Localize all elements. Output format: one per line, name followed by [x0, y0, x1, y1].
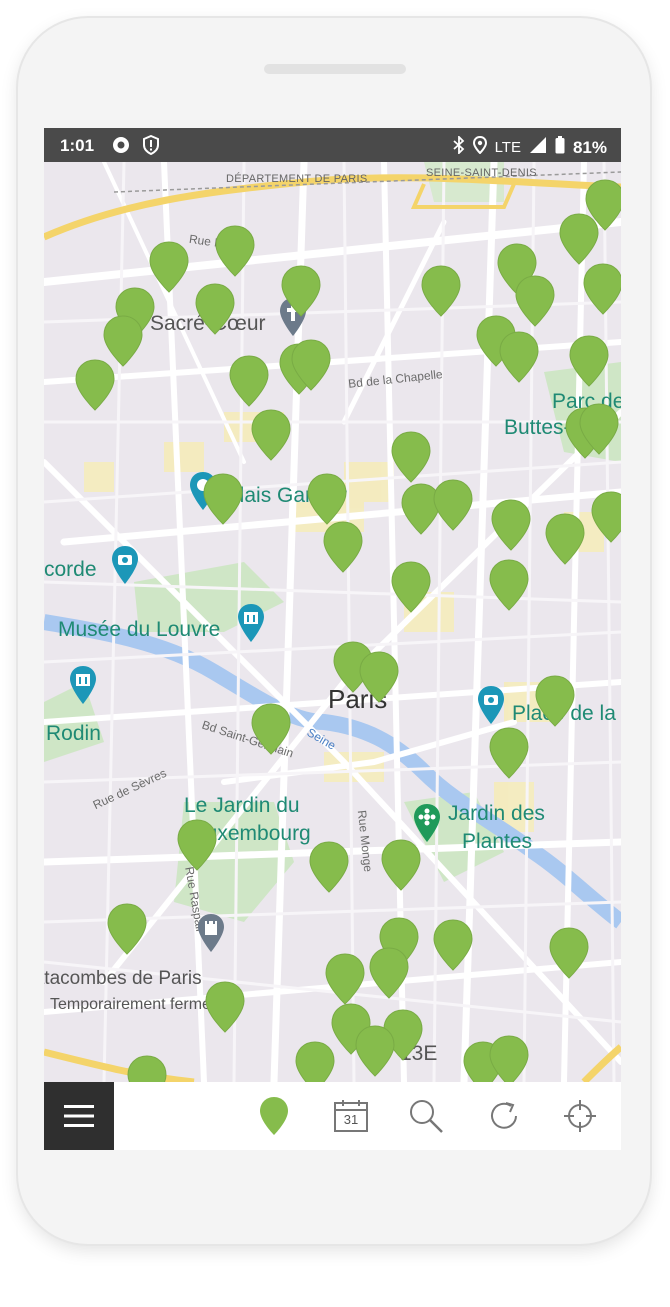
- pin-filter-button[interactable]: [254, 1096, 294, 1136]
- map-marker-pin[interactable]: [590, 490, 621, 544]
- battery-level: 81%: [572, 137, 607, 157]
- location-icon: [472, 135, 487, 159]
- map-marker-pin[interactable]: [488, 726, 530, 780]
- map-marker-pin[interactable]: [390, 560, 432, 614]
- map-marker-pin[interactable]: [582, 262, 621, 316]
- locate-button[interactable]: [560, 1096, 600, 1136]
- crosshair-icon: [564, 1100, 596, 1132]
- map-marker-pin[interactable]: [420, 264, 462, 318]
- map-marker-pin[interactable]: [322, 520, 364, 574]
- label-musee-louvre: Musée du Louvre: [58, 618, 221, 641]
- calendar-button[interactable]: 31: [331, 1096, 371, 1136]
- label-rodin: Rodin: [46, 722, 101, 745]
- camera-icon-bastille: [478, 686, 504, 724]
- map-marker-pin[interactable]: [544, 512, 586, 566]
- map-marker-pin[interactable]: [280, 264, 322, 318]
- map-marker-pin[interactable]: [358, 650, 400, 704]
- map-marker-pin[interactable]: [380, 838, 422, 892]
- shield-alert-icon: [142, 134, 160, 160]
- map-marker-pin[interactable]: [74, 358, 116, 412]
- map-marker-pin[interactable]: [432, 918, 474, 972]
- status-bar: 1:01 LTE 81%: [44, 128, 621, 162]
- label-temporairement: Temporairement fermé: [50, 996, 211, 1013]
- map-marker-pin[interactable]: [354, 1024, 396, 1078]
- map-marker-pin[interactable]: [294, 1040, 336, 1082]
- museum-icon-rodin: [70, 666, 96, 704]
- search-icon: [410, 1100, 443, 1133]
- label-jardin-luxembourg-1: Le Jardin du: [184, 794, 300, 817]
- network-type: LTE: [494, 139, 521, 156]
- map-marker-pin[interactable]: [204, 980, 246, 1034]
- record-icon: [112, 136, 130, 159]
- map-marker-pin[interactable]: [368, 946, 410, 1000]
- menu-button[interactable]: [44, 1082, 114, 1150]
- map-marker-pin[interactable]: [194, 282, 236, 336]
- museum-icon: [238, 604, 264, 642]
- tower-icon: [198, 914, 224, 952]
- label-jardin-plantes-1: Jardin des: [448, 802, 545, 825]
- map-pin-icon: [260, 1097, 288, 1135]
- bottom-toolbar: 31: [44, 1082, 621, 1150]
- battery-icon: [555, 136, 565, 159]
- map-marker-pin[interactable]: [176, 818, 218, 872]
- map-marker-pin[interactable]: [228, 354, 270, 408]
- map-marker-pin[interactable]: [490, 498, 532, 552]
- hamburger-icon: [64, 1105, 94, 1127]
- map-marker-pin[interactable]: [558, 212, 600, 266]
- status-time: 1:01: [60, 136, 95, 155]
- label-departement: DÉPARTEMENT DE PARIS: [226, 173, 368, 185]
- map-marker-pin[interactable]: [568, 334, 610, 388]
- map-marker-pin[interactable]: [214, 224, 256, 278]
- map-marker-pin[interactable]: [488, 558, 530, 612]
- map-marker-pin[interactable]: [308, 840, 350, 894]
- map-marker-pin[interactable]: [106, 902, 148, 956]
- map-marker-pin[interactable]: [390, 430, 432, 484]
- label-concorde: corde: [44, 558, 97, 581]
- search-button[interactable]: [406, 1096, 446, 1136]
- map-marker-pin[interactable]: [578, 402, 620, 456]
- label-jardin-plantes-2: Plantes: [462, 830, 533, 853]
- map-marker-pin[interactable]: [432, 478, 474, 532]
- refresh-icon: [491, 1102, 517, 1129]
- map-marker-pin[interactable]: [498, 330, 540, 384]
- map-marker-pin[interactable]: [250, 702, 292, 756]
- bluetooth-icon: [452, 134, 465, 159]
- map-marker-pin[interactable]: [324, 952, 366, 1006]
- map-marker-pin[interactable]: [126, 1054, 168, 1082]
- map-view[interactable]: DÉPARTEMENT DE PARIS SEINE-SAINT-DENIS R…: [44, 162, 621, 1082]
- app-screen: 1:01 LTE 81% DÉPARTEMENT DE PARIS SEINE-…: [44, 128, 621, 1150]
- map-marker-pin[interactable]: [250, 408, 292, 462]
- refresh-button[interactable]: [484, 1096, 524, 1136]
- map-marker-pin[interactable]: [202, 472, 244, 526]
- map-marker-pin[interactable]: [306, 472, 348, 526]
- camera-icon: [112, 546, 138, 584]
- calendar-day: 31: [343, 1112, 359, 1127]
- map-marker-pin[interactable]: [514, 274, 556, 328]
- label-catacombes: Catacombes de Paris: [44, 968, 202, 989]
- signal-icon: [529, 136, 547, 159]
- map-marker-pin[interactable]: [548, 926, 590, 980]
- speaker-grille: [264, 64, 406, 74]
- map-marker-pin[interactable]: [488, 1034, 530, 1082]
- map-marker-pin[interactable]: [534, 674, 576, 728]
- label-seine-saint-denis: SEINE-SAINT-DENIS: [426, 167, 537, 179]
- map-marker-pin[interactable]: [290, 338, 332, 392]
- status-right-group: LTE 81%: [452, 134, 607, 159]
